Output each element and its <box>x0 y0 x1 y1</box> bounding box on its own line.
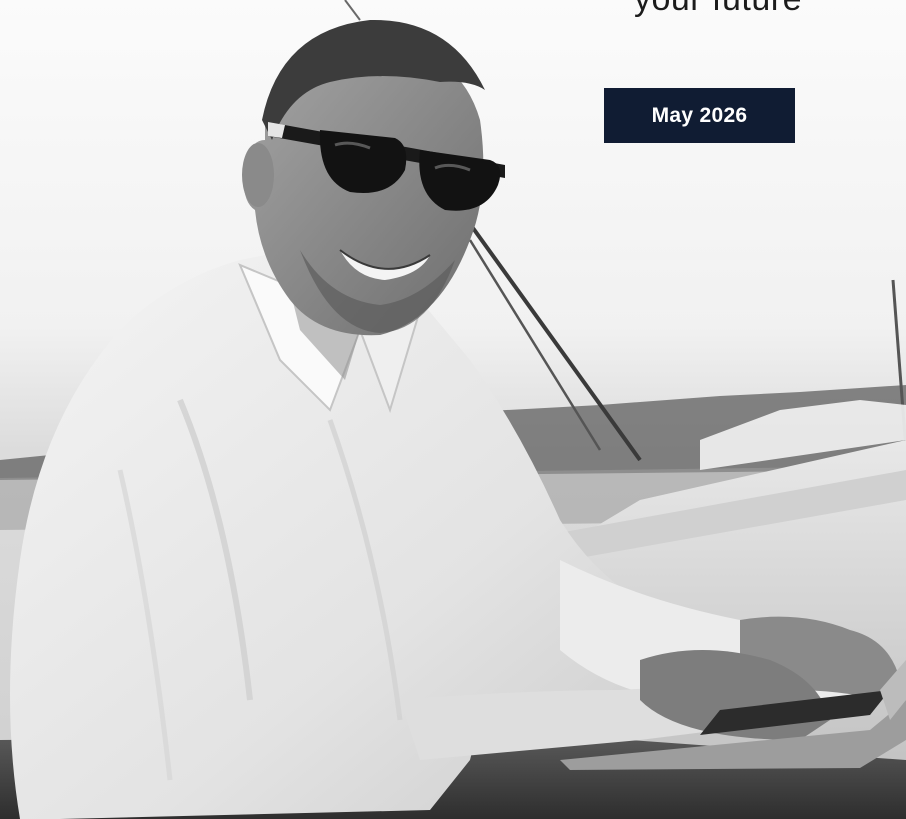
date-badge-label: May 2026 <box>651 103 748 127</box>
hero-tagline: your future <box>634 0 802 16</box>
date-badge: May 2026 <box>604 88 795 143</box>
hero-banner: your future May 2026 <box>0 0 906 819</box>
